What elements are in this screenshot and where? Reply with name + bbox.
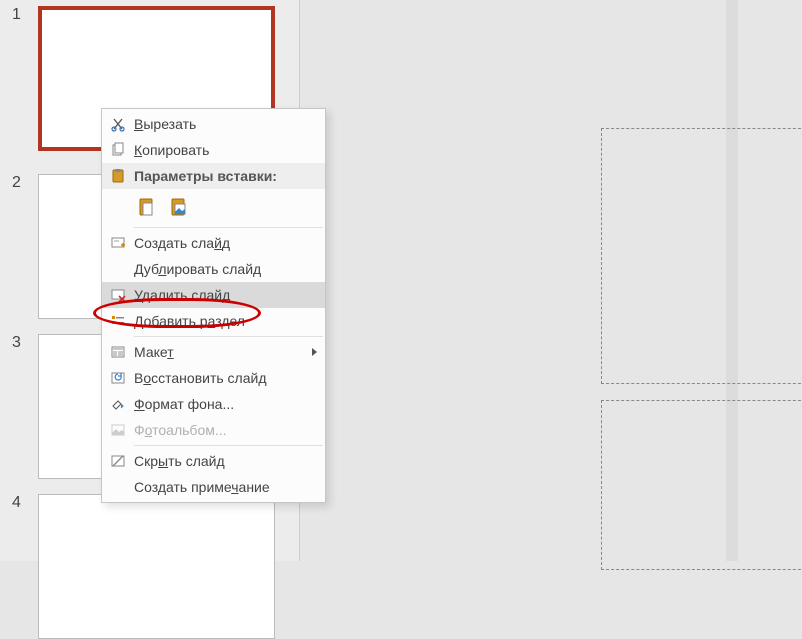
- menu-separator: [134, 445, 323, 446]
- menu-item-copy[interactable]: Копировать: [102, 137, 325, 163]
- slide-thumbnail-4[interactable]: [38, 494, 275, 639]
- delete-slide-icon: [102, 287, 134, 303]
- menu-label: Формат фона...: [134, 396, 315, 412]
- menu-label: Создать примечание: [134, 479, 315, 495]
- slide-number: 3: [12, 334, 21, 352]
- menu-label: Дублировать слайд: [134, 261, 315, 277]
- paste-as-picture-button[interactable]: [166, 194, 192, 220]
- slide-context-menu: Вырезать Копировать Параметры вставки: С…: [101, 108, 326, 503]
- slide-title-placeholder[interactable]: [601, 128, 802, 384]
- menu-label: Скрыть слайд: [134, 453, 315, 469]
- menu-label: Создать слайд: [134, 235, 315, 251]
- menu-label: Вырезать: [134, 116, 315, 132]
- menu-item-format-background[interactable]: Формат фона...: [102, 391, 325, 417]
- menu-label: Восстановить слайд: [134, 370, 315, 386]
- slide-number: 1: [12, 6, 21, 24]
- paste-theme-icon: [137, 197, 157, 217]
- menu-item-new-comment[interactable]: Создать примечание: [102, 474, 325, 500]
- submenu-arrow-icon: [312, 348, 317, 356]
- menu-separator: [134, 227, 323, 228]
- menu-paste-options-header: Параметры вставки:: [102, 163, 325, 189]
- new-slide-icon: [102, 235, 134, 251]
- photo-album-icon: [102, 422, 134, 438]
- paste-keep-theme-button[interactable]: [134, 194, 160, 220]
- menu-label: Копировать: [134, 142, 315, 158]
- scissors-icon: [102, 116, 134, 132]
- menu-label: Макет: [134, 344, 315, 360]
- slide-number: 4: [12, 494, 21, 512]
- reset-icon: [102, 370, 134, 386]
- menu-item-hide-slide[interactable]: Скрыть слайд: [102, 448, 325, 474]
- menu-label: Параметры вставки:: [134, 168, 315, 184]
- menu-label: Добавить раздел: [134, 313, 315, 329]
- menu-item-photo-album: Фотоальбом...: [102, 417, 325, 443]
- clipboard-icon: [102, 168, 134, 184]
- paste-options-row: [102, 189, 325, 225]
- format-bg-icon: [102, 396, 134, 412]
- menu-item-add-section[interactable]: Добавить раздел: [102, 308, 325, 334]
- menu-item-duplicate-slide[interactable]: Дублировать слайд: [102, 256, 325, 282]
- slide-number: 2: [12, 174, 21, 192]
- layout-icon: [102, 344, 134, 360]
- paste-picture-icon: [169, 197, 189, 217]
- menu-label: Удалить слайд: [134, 287, 315, 303]
- menu-item-reset-slide[interactable]: Восстановить слайд: [102, 365, 325, 391]
- menu-label: Фотоальбом...: [134, 422, 315, 438]
- slide-content-placeholder[interactable]: [601, 400, 802, 570]
- menu-item-new-slide[interactable]: Создать слайд: [102, 230, 325, 256]
- copy-icon: [102, 142, 134, 158]
- section-icon: [102, 313, 134, 329]
- menu-item-layout[interactable]: Макет: [102, 339, 325, 365]
- menu-item-delete-slide[interactable]: Удалить слайд: [102, 282, 325, 308]
- menu-item-cut[interactable]: Вырезать: [102, 111, 325, 137]
- slide-editor-area: [301, 0, 802, 561]
- menu-separator: [134, 336, 323, 337]
- hide-slide-icon: [102, 453, 134, 469]
